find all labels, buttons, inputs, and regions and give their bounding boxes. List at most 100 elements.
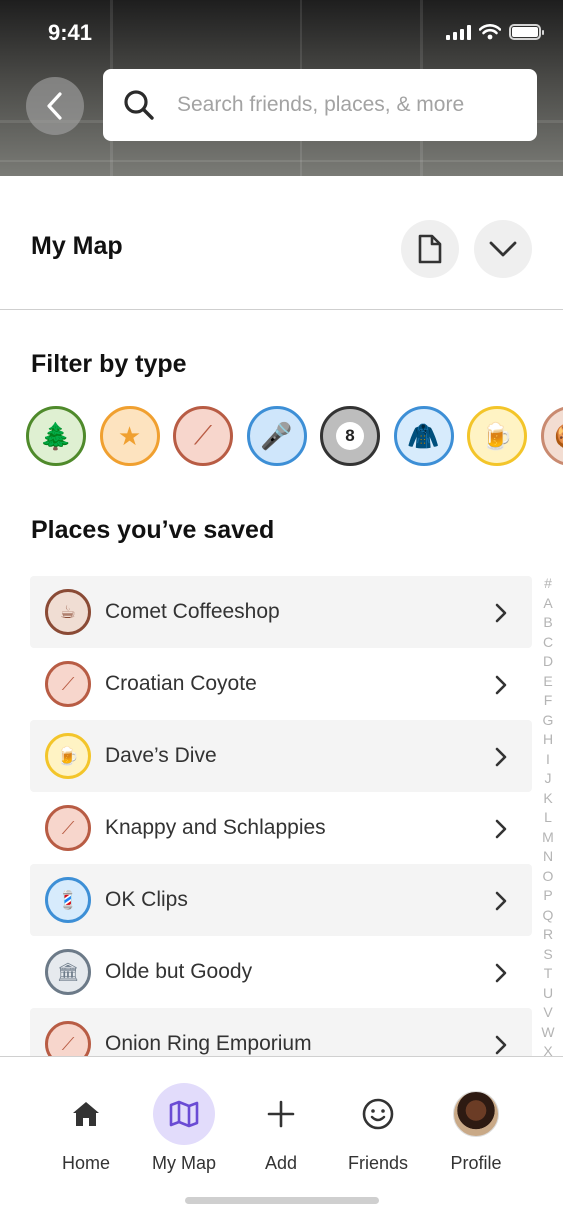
wifi-icon	[479, 24, 501, 40]
index-letter[interactable]: B	[540, 613, 556, 633]
filter-chip-beer[interactable]: 🍺	[467, 406, 527, 466]
barber-pole-icon: 💈	[45, 877, 91, 923]
index-letter[interactable]: W	[540, 1023, 556, 1043]
nav-add[interactable]: Add	[236, 1083, 326, 1183]
places-title: Places you’ve saved	[31, 516, 275, 544]
back-button[interactable]	[26, 77, 84, 135]
list-item[interactable]: ☕ Comet Coffeeshop	[30, 576, 532, 648]
food-icon: 🍪	[554, 421, 563, 452]
nav-label: Add	[264, 1153, 298, 1173]
collapse-button[interactable]	[474, 220, 532, 278]
index-letter[interactable]: G	[540, 711, 556, 731]
list-item[interactable]: 💈 OK Clips	[30, 864, 532, 936]
index-letter[interactable]: M	[540, 828, 556, 848]
filter-chip-microphone[interactable]: 🎤	[246, 406, 307, 466]
filter-chip-food[interactable]: 🍪	[540, 406, 563, 466]
place-name: Dave’s Dive	[105, 744, 217, 767]
place-name: Comet Coffeeshop	[105, 600, 280, 623]
index-letter[interactable]: P	[540, 886, 556, 906]
chopsticks-icon: ⟋	[45, 661, 91, 707]
nav-label: Friends	[347, 1153, 409, 1173]
search-placeholder: Search friends, places, & more	[177, 93, 465, 116]
filter-chip-chopsticks[interactable]: ⟋	[173, 406, 233, 466]
index-letter[interactable]: Q	[540, 906, 556, 926]
chopsticks-icon: ⟋	[193, 420, 213, 450]
index-letter[interactable]: #	[540, 574, 556, 594]
index-letter[interactable]: C	[540, 633, 556, 653]
list-item[interactable]: ⟋ Croatian Coyote	[30, 648, 532, 720]
microphone-icon: 🎤	[260, 420, 293, 451]
beer-icon: 🍺	[480, 420, 514, 451]
home-icon	[55, 1083, 117, 1145]
nav-label: My Map	[151, 1153, 216, 1173]
place-name: Olde but Goody	[105, 960, 253, 983]
chevron-right-icon	[495, 963, 507, 983]
place-name: Onion Ring Emporium	[105, 1032, 312, 1055]
map-road	[0, 160, 563, 162]
map-icon	[153, 1083, 215, 1145]
map-header: 9:41 Search friends, places, & more	[0, 0, 563, 176]
signal-icon	[446, 24, 471, 40]
chevron-down-icon	[489, 241, 517, 257]
index-letter[interactable]: K	[540, 789, 556, 809]
nav-label: Home	[61, 1153, 110, 1173]
status-icons	[446, 24, 544, 40]
status-bar: 9:41	[0, 0, 563, 66]
bottom-nav: Home My Map Add Friends Profile	[0, 1056, 563, 1218]
filter-chip-star[interactable]: ★	[99, 406, 160, 466]
chopsticks-icon: ⟋	[45, 1021, 91, 1056]
index-letter[interactable]: A	[540, 594, 556, 614]
filter-chip-tree[interactable]: 🌲	[26, 406, 86, 466]
chevron-right-icon	[495, 891, 507, 911]
status-time: 9:41	[48, 20, 93, 45]
filter-chip-row: 🌲 ★ ⟋ 🎤 8 🧥 🍺 🍪	[26, 406, 563, 468]
list-item[interactable]: 🍺 Dave’s Dive	[30, 720, 532, 792]
index-letter[interactable]: E	[540, 672, 556, 692]
place-name: Knappy and Schlappies	[105, 816, 326, 839]
index-letter[interactable]: L	[540, 808, 556, 828]
beer-icon: 🍺	[45, 733, 91, 779]
filter-chip-eight-ball[interactable]: 8	[320, 406, 380, 466]
place-name: OK Clips	[105, 888, 188, 911]
filter-title: Filter by type	[31, 350, 187, 378]
list-item[interactable]: ⟋ Onion Ring Emporium	[30, 1008, 532, 1056]
chevron-right-icon	[495, 819, 507, 839]
nav-label: Profile	[450, 1153, 502, 1173]
index-letter[interactable]: D	[540, 652, 556, 672]
chevron-left-icon	[47, 92, 62, 120]
index-letter[interactable]: V	[540, 1003, 556, 1023]
index-letter[interactable]: J	[540, 769, 556, 789]
smiley-icon	[347, 1083, 409, 1145]
my-map-title: My Map	[31, 232, 123, 260]
index-letter[interactable]: T	[540, 964, 556, 984]
chevron-right-icon	[495, 603, 507, 623]
search-icon	[124, 90, 154, 120]
tree-icon: 🌲	[39, 420, 73, 451]
index-letter[interactable]: I	[540, 750, 556, 770]
index-letter[interactable]: R	[540, 925, 556, 945]
index-letter[interactable]: U	[540, 984, 556, 1004]
search-input[interactable]: Search friends, places, & more	[103, 69, 537, 141]
coffee-icon: ☕	[45, 589, 91, 635]
alphabet-index[interactable]: # A B C D E F G H I J K L M N O P Q R S T U V W X	[540, 574, 556, 1062]
divider	[0, 309, 563, 310]
list-item[interactable]: 🏛 Olde but Goody	[30, 936, 532, 1008]
document-button[interactable]	[401, 220, 459, 278]
chopsticks-icon: ⟋	[45, 805, 91, 851]
index-letter[interactable]: N	[540, 847, 556, 867]
index-letter[interactable]: F	[540, 691, 556, 711]
plus-icon	[250, 1083, 312, 1145]
nav-home[interactable]: Home	[41, 1083, 131, 1183]
nav-profile[interactable]: Profile	[431, 1083, 521, 1183]
home-indicator	[185, 1197, 379, 1204]
place-name: Croatian Coyote	[105, 672, 257, 695]
index-letter[interactable]: O	[540, 867, 556, 887]
nav-friends[interactable]: Friends	[333, 1083, 423, 1183]
index-letter[interactable]: S	[540, 945, 556, 965]
star-icon: ★	[117, 420, 142, 451]
nav-my-map[interactable]: My Map	[139, 1083, 229, 1183]
list-item[interactable]: ⟋ Knappy and Schlappies	[30, 792, 532, 864]
filter-chip-jacket[interactable]: 🧥	[393, 406, 454, 466]
avatar	[445, 1083, 507, 1145]
index-letter[interactable]: H	[540, 730, 556, 750]
